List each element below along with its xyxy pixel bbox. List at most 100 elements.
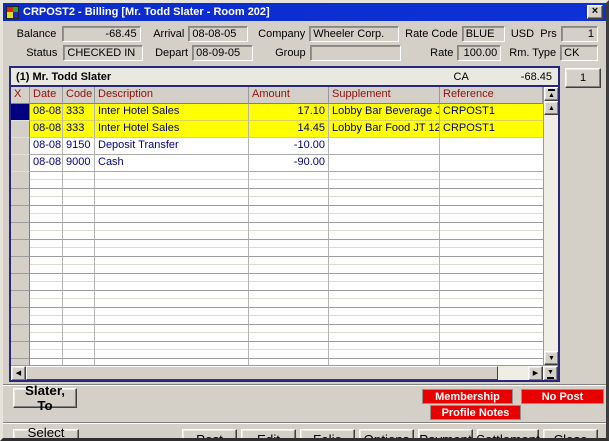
scroll-left-icon[interactable]: ◀ <box>11 366 26 380</box>
row-select-cell[interactable] <box>11 138 30 155</box>
scroll-top-icon[interactable]: ▲ <box>544 87 558 101</box>
scroll-down-icon[interactable]: ▼ <box>544 351 558 365</box>
empty-cell <box>11 291 30 308</box>
scroll-end-icon[interactable]: ▼ <box>543 366 558 380</box>
empty-cell <box>63 189 95 206</box>
guest-tab-button[interactable]: Slater, To <box>13 388 77 408</box>
guest-name: (1) Mr. Todd Slater <box>16 71 454 83</box>
reservation-info-panel: Balance -68.45 Arrival 08-08-05 Company … <box>3 21 606 66</box>
empty-cell <box>329 308 440 325</box>
empty-cell <box>63 257 95 274</box>
empty-cell <box>329 206 440 223</box>
vertical-scroll-track[interactable] <box>544 115 558 351</box>
charges-grid: X Date Code Description Amount Supplemen… <box>11 85 558 380</box>
rate-code-label: Rate Code <box>405 28 458 40</box>
close-button[interactable]: Close <box>543 429 598 441</box>
guest-balance: -68.45 <box>521 71 552 83</box>
cell-code: 9150 <box>63 138 95 155</box>
table-row[interactable]: 08-08 9000 Cash -90.00 <box>11 155 543 172</box>
app-icon <box>6 6 19 19</box>
grid-empty-row <box>11 274 543 291</box>
post-button[interactable]: Post <box>182 429 237 441</box>
empty-cell <box>11 308 30 325</box>
empty-cell <box>329 325 440 342</box>
col-header-description[interactable]: Description <box>95 87 249 104</box>
row-select-cell[interactable] <box>11 121 30 138</box>
empty-cell <box>440 274 543 291</box>
col-header-date[interactable]: Date <box>30 87 63 104</box>
company-label: Company <box>258 28 305 40</box>
empty-cell <box>30 257 63 274</box>
folio-window-1-button[interactable]: 1 <box>565 68 601 88</box>
currency-label: USD <box>511 28 534 40</box>
empty-cell <box>440 172 543 189</box>
rate-code-field: BLUE <box>462 26 505 42</box>
select-all-button[interactable]: Select All <box>13 429 79 441</box>
empty-cell <box>95 223 249 240</box>
cell-reference: CRPOST1 <box>440 121 543 138</box>
empty-cell <box>95 257 249 274</box>
empty-cell <box>329 257 440 274</box>
col-header-reference[interactable]: Reference <box>440 87 543 104</box>
empty-cell <box>249 206 329 223</box>
col-header-x[interactable]: X <box>11 87 30 104</box>
empty-cell <box>11 257 30 274</box>
membership-badge[interactable]: Membership <box>422 389 513 404</box>
empty-cell <box>440 325 543 342</box>
empty-cell <box>30 325 63 342</box>
scroll-up-icon[interactable]: ▲ <box>544 101 558 115</box>
window-tabs-column: 1 <box>560 66 606 88</box>
prs-label: Prs <box>540 28 557 40</box>
window-title: CRPOST2 - Billing [Mr. Todd Slater - Roo… <box>23 6 583 18</box>
status-label: Status <box>13 47 57 59</box>
empty-cell <box>249 274 329 291</box>
empty-cell <box>11 325 30 342</box>
profile-notes-badge[interactable]: Profile Notes <box>430 405 521 420</box>
edit-button[interactable]: Edit <box>241 429 296 441</box>
empty-cell <box>63 325 95 342</box>
options-button[interactable]: Options <box>359 429 414 441</box>
horizontal-scrollbar[interactable]: ◀ ▶ <box>11 366 543 380</box>
empty-cell <box>249 223 329 240</box>
info-row-2: Status CHECKED IN Depart 08-09-05 Group … <box>13 44 598 61</box>
empty-cell <box>440 257 543 274</box>
empty-cell <box>30 206 63 223</box>
horizontal-scroll-thumb[interactable] <box>26 366 498 380</box>
horizontal-scroll-track[interactable] <box>26 366 528 380</box>
settlement-button[interactable]: Settlement <box>477 429 539 441</box>
payment-button[interactable]: Payment <box>418 429 473 441</box>
table-row[interactable]: 08-08 9150 Deposit Transfer -10.00 <box>11 138 543 155</box>
empty-cell <box>30 308 63 325</box>
empty-cell <box>95 189 249 206</box>
rm-type-field: CK <box>560 45 598 61</box>
empty-cell <box>95 172 249 189</box>
cell-date: 08-08 <box>30 104 63 121</box>
cell-amount: 17.10 <box>249 104 329 121</box>
row-select-cell[interactable] <box>11 155 30 172</box>
arrival-field: 08-08-05 <box>188 26 248 42</box>
empty-cell <box>63 206 95 223</box>
cell-supplement: Lobby Bar Food JT 12/08/08 <box>329 121 440 138</box>
folio-button[interactable]: Folio <box>300 429 355 441</box>
vertical-scrollbar[interactable]: ▲ ▲ ▼ <box>543 87 558 365</box>
empty-cell <box>95 342 249 359</box>
col-header-code[interactable]: Code <box>63 87 95 104</box>
col-header-amount[interactable]: Amount <box>249 87 329 104</box>
empty-cell <box>30 342 63 359</box>
empty-cell <box>329 342 440 359</box>
empty-cell <box>11 189 30 206</box>
empty-cell <box>11 240 30 257</box>
scroll-right-icon[interactable]: ▶ <box>528 366 543 380</box>
row-select-cell[interactable] <box>11 104 30 121</box>
col-header-supplement[interactable]: Supplement <box>329 87 440 104</box>
empty-cell <box>249 172 329 189</box>
footer-info-area: Slater, To Membership No Post Profile No… <box>3 386 606 420</box>
empty-cell <box>440 240 543 257</box>
close-icon[interactable]: × <box>587 5 603 19</box>
guest-header-bar: (1) Mr. Todd Slater CA -68.45 <box>11 68 558 85</box>
empty-cell <box>30 274 63 291</box>
grid-empty-row <box>11 172 543 189</box>
table-row[interactable]: 08-08 333 Inter Hotel Sales 14.45 Lobby … <box>11 121 543 138</box>
table-row[interactable]: 08-08 333 Inter Hotel Sales 17.10 Lobby … <box>11 104 543 121</box>
empty-cell <box>249 257 329 274</box>
